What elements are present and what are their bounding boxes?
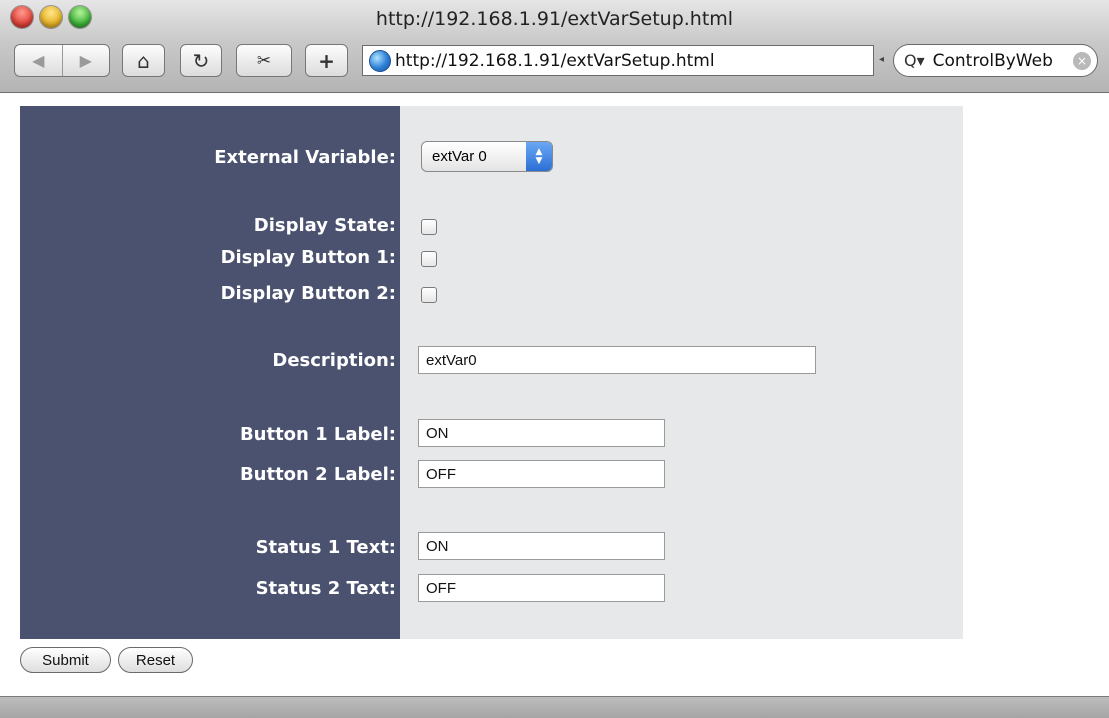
home-icon: ⌂ xyxy=(137,48,150,73)
select-arrows-icon: ▲ ▼ xyxy=(526,142,552,171)
url-dropdown-icon[interactable]: ◂ xyxy=(879,54,884,65)
browser-toolbar: http://192.168.1.91/extVarSetup.html ◀ ▶… xyxy=(0,0,1109,93)
globe-icon xyxy=(369,49,391,72)
description-label: Description: xyxy=(272,350,396,371)
button2-label-label: Button 2 Label: xyxy=(239,464,396,485)
plus-icon: + xyxy=(318,48,335,73)
reload-icon: ↻ xyxy=(192,48,210,73)
search-icon[interactable]: Q▾ xyxy=(904,51,925,70)
display-button2-checkbox[interactable] xyxy=(421,287,437,303)
back-icon[interactable]: ◀ xyxy=(15,45,63,76)
display-button1-label: Display Button 1: xyxy=(220,247,396,268)
description-input[interactable] xyxy=(418,346,816,374)
display-button2-label: Display Button 2: xyxy=(220,283,396,304)
scissors-icon: ✂ xyxy=(256,50,272,71)
status1-text-label: Status 1 Text: xyxy=(255,537,396,558)
submit-button[interactable]: Submit xyxy=(20,647,111,673)
window-title: http://192.168.1.91/extVarSetup.html xyxy=(375,8,734,30)
search-text: ControlByWeb xyxy=(932,50,1053,71)
button1-label-input[interactable] xyxy=(418,419,665,447)
reload-button[interactable]: ↻ xyxy=(180,44,222,77)
button2-label-input[interactable] xyxy=(418,460,665,488)
display-state-label: Display State: xyxy=(253,215,396,236)
forward-icon[interactable]: ▶ xyxy=(63,45,110,76)
search-field[interactable]: Q▾ ControlByWeb × xyxy=(893,44,1098,77)
external-variable-label: External Variable: xyxy=(214,147,396,168)
url-text: http://192.168.1.91/extVarSetup.html xyxy=(395,50,715,71)
home-button[interactable]: ⌂ xyxy=(122,44,165,77)
address-bar[interactable]: http://192.168.1.91/extVarSetup.html xyxy=(362,45,874,76)
label-column xyxy=(20,106,400,639)
button1-label-label: Button 1 Label: xyxy=(239,424,396,445)
status2-text-input[interactable] xyxy=(418,574,665,602)
reset-button[interactable]: Reset xyxy=(118,647,193,673)
status1-text-input[interactable] xyxy=(418,532,665,560)
snippet-button[interactable]: ✂ xyxy=(236,44,292,77)
status-bar xyxy=(0,696,1109,718)
display-state-checkbox[interactable] xyxy=(421,219,437,235)
add-bookmark-button[interactable]: + xyxy=(305,44,348,77)
back-forward-buttons: ◀ ▶ xyxy=(14,44,110,77)
display-button1-checkbox[interactable] xyxy=(421,251,437,267)
status2-text-label: Status 2 Text: xyxy=(255,578,396,599)
external-variable-select[interactable]: extVar 0 ▲ ▼ xyxy=(421,141,553,172)
external-variable-value: extVar 0 xyxy=(432,148,487,165)
clear-search-icon[interactable]: × xyxy=(1073,51,1091,70)
